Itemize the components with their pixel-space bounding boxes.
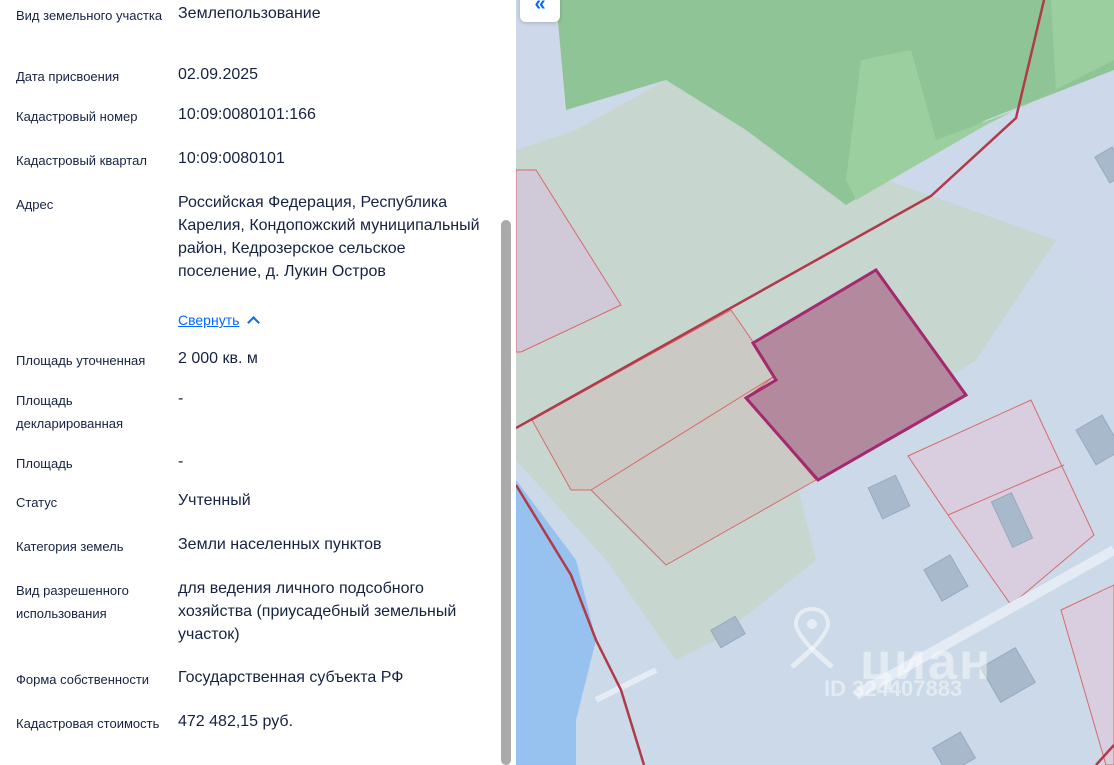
assigned-date-value: 02.09.2025 xyxy=(178,66,259,83)
address-value: Российская Федерация, Республика Карелия… xyxy=(178,194,480,280)
cadastral-value-value: 472 482,15 руб. xyxy=(178,713,294,730)
area-label: Площадь xyxy=(16,456,73,471)
status-label: Статус xyxy=(16,495,58,510)
land-type-label: Вид земельного участка xyxy=(16,8,163,23)
collapse-panel-button[interactable]: « xyxy=(520,0,560,22)
ownership-label: Форма собственности xyxy=(16,672,150,687)
area-declared-label: Площадь декларированная xyxy=(16,393,124,431)
land-type-value: Землепользование xyxy=(178,5,321,22)
land-category-label: Категория земель xyxy=(16,539,124,554)
permitted-use-label: Вид разрешенного использования xyxy=(16,583,129,621)
area-declared-value: - xyxy=(178,390,184,407)
cadastral-quarter-value: 10:09:0080101 xyxy=(178,150,285,167)
details-panel: Вид земельного участка Землепользование … xyxy=(0,0,516,765)
permitted-use-value: для ведения личного подсобного хозяйства… xyxy=(178,580,457,643)
collapse-link[interactable]: Свернуть xyxy=(178,312,261,329)
double-chevron-left-icon[interactable]: « xyxy=(534,0,545,16)
scrollbar-thumb[interactable] xyxy=(501,220,511,765)
area-refined-label: Площадь уточненная xyxy=(16,353,146,368)
chevron-up-icon xyxy=(247,316,261,329)
watermark-pin-icon xyxy=(790,606,834,669)
cadastral-value-label: Кадастровая стоимость xyxy=(16,716,160,731)
cadastral-quarter-label: Кадастровый квартал xyxy=(16,153,147,168)
status-value: Учтенный xyxy=(178,492,251,509)
cadastral-number-value: 10:09:0080101:166 xyxy=(178,106,316,123)
area-refined-value: 2 000 кв. м xyxy=(178,350,258,367)
collapse-link-label[interactable]: Свернуть xyxy=(178,312,239,328)
ownership-value: Государственная субъекта РФ xyxy=(178,669,404,686)
area-value: - xyxy=(178,453,184,470)
land-category-value: Земли населенных пунктов xyxy=(178,536,382,553)
address-label: Адрес xyxy=(16,197,54,212)
watermark-id: ID 324407883 xyxy=(824,676,963,701)
cadastral-number-label: Кадастровый номер xyxy=(16,109,138,124)
assigned-date-label: Дата присвоения xyxy=(16,69,120,84)
